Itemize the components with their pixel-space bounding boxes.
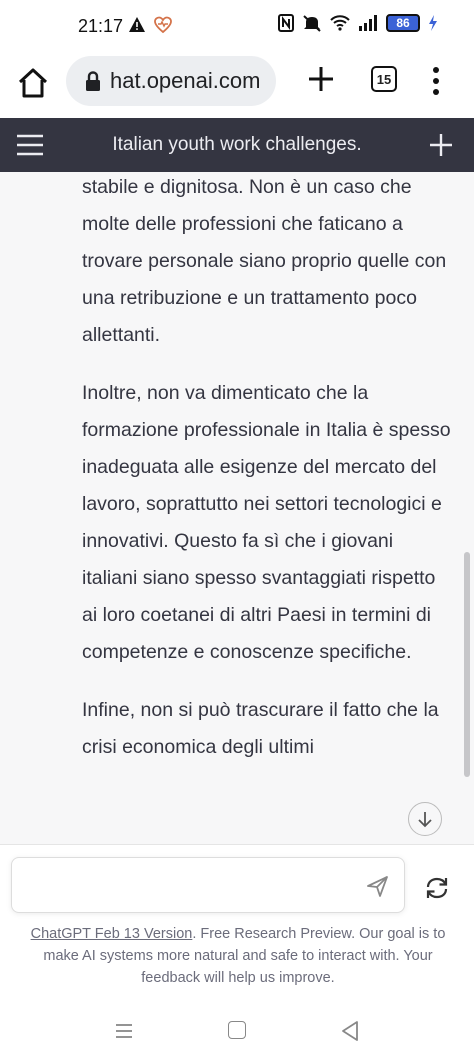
recent-apps-icon[interactable] <box>114 1022 134 1040</box>
more-menu-icon[interactable] <box>430 66 442 96</box>
scrollbar[interactable] <box>464 552 470 777</box>
battery-icon: 86 <box>386 14 420 32</box>
regenerate-icon[interactable] <box>424 875 450 901</box>
address-bar[interactable]: hat.openai.com <box>66 56 276 106</box>
nfc-icon <box>278 14 294 32</box>
input-area: ChatGPT Feb 13 Version. Free Research Pr… <box>0 844 474 1004</box>
arrow-down-icon <box>418 812 432 828</box>
message-paragraph: stabile e dignitosa. Non è un caso che m… <box>82 176 447 346</box>
message-paragraph: Infine, non si può trascurare il fatto c… <box>82 699 439 758</box>
chat-title: Italian youth work challenges. <box>112 134 362 155</box>
prompt-box[interactable] <box>11 857 405 913</box>
lock-icon <box>86 71 100 91</box>
new-tab-icon[interactable] <box>306 64 336 94</box>
status-bar: 21:17 86 <box>0 0 474 52</box>
mute-icon <box>303 15 321 32</box>
scroll-to-bottom-button[interactable] <box>408 802 442 836</box>
url-text: hat.openai.com <box>110 68 261 93</box>
footer-note: ChatGPT Feb 13 Version. Free Research Pr… <box>18 923 458 989</box>
assistant-message: stabile e dignitosa. Non è un caso che m… <box>82 172 452 787</box>
home-nav-icon[interactable] <box>228 1021 246 1039</box>
tab-switcher-button[interactable]: 15 <box>371 66 397 92</box>
chat-content[interactable]: stabile e dignitosa. Non è un caso che m… <box>0 172 474 844</box>
wifi-icon <box>330 15 350 31</box>
charging-icon <box>429 15 437 31</box>
prompt-input[interactable] <box>22 868 352 902</box>
chat-header: Italian youth work challenges. <box>0 118 474 172</box>
message-paragraph: Inoltre, non va dimenticato che la forma… <box>82 382 451 663</box>
send-icon[interactable] <box>366 874 390 898</box>
browser-toolbar: hat.openai.com 15 <box>0 52 474 118</box>
status-time: 21:17 <box>78 16 124 36</box>
back-icon[interactable] <box>340 1020 360 1042</box>
new-chat-icon[interactable] <box>428 132 454 158</box>
warning-icon <box>129 17 145 32</box>
heart-icon <box>154 16 172 34</box>
signal-icon <box>359 15 377 31</box>
home-icon[interactable] <box>16 66 50 100</box>
system-nav-bar <box>0 1004 474 1059</box>
version-link[interactable]: ChatGPT Feb 13 Version <box>31 926 193 942</box>
